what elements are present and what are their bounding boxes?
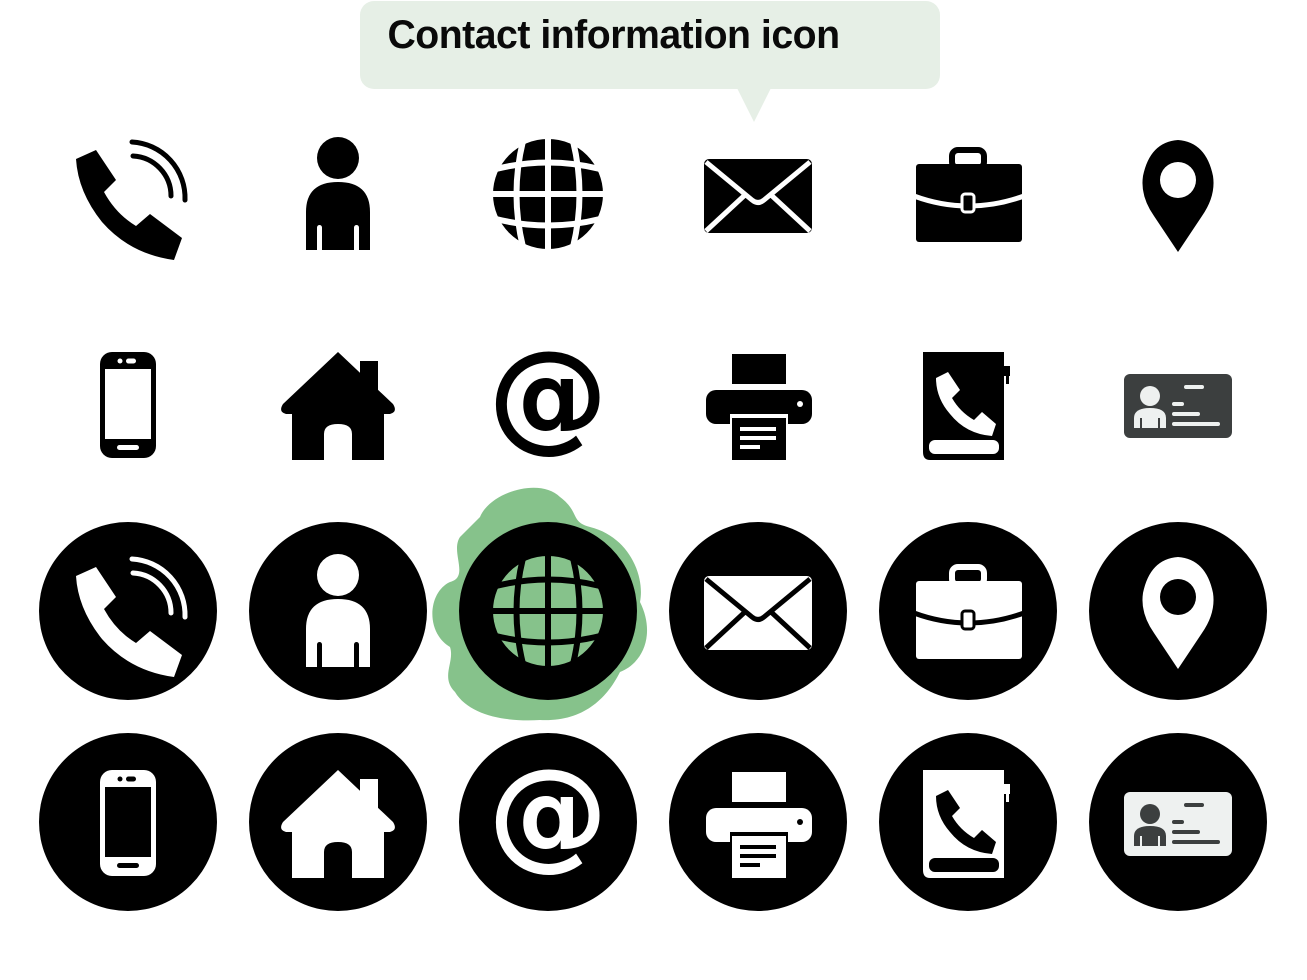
circle-id-card-icon: [1088, 732, 1268, 912]
phone-call-icon: [38, 104, 218, 284]
svg-text:@: @: [488, 744, 608, 883]
svg-text:@: @: [488, 326, 608, 465]
id-card-icon: [1088, 314, 1268, 494]
smartphone-icon: [38, 314, 218, 494]
circle-printer-icon: [668, 732, 848, 912]
at-sign-icon: @: [458, 314, 638, 494]
circle-phone-book-icon: [878, 732, 1058, 912]
circle-user-icon: [248, 521, 428, 701]
circle-home-icon: [248, 732, 428, 912]
globe-icon: [458, 104, 638, 284]
briefcase-icon: [878, 104, 1058, 284]
printer-icon: [668, 314, 848, 494]
circle-briefcase-icon: [878, 521, 1058, 701]
circle-mail-icon: [668, 521, 848, 701]
circle-globe-icon: [458, 521, 638, 701]
location-pin-icon: [1088, 104, 1268, 284]
circle-smartphone-icon: [38, 732, 218, 912]
page-title: Contact information icon: [387, 13, 840, 57]
user-icon: [248, 104, 428, 284]
circle-location-pin-icon: [1088, 521, 1268, 701]
mail-icon: [668, 104, 848, 284]
home-icon: [248, 314, 428, 494]
circle-phone-call-icon: [38, 521, 218, 701]
circle-at-sign-icon: @: [458, 732, 638, 912]
phone-book-icon: [878, 314, 1058, 494]
